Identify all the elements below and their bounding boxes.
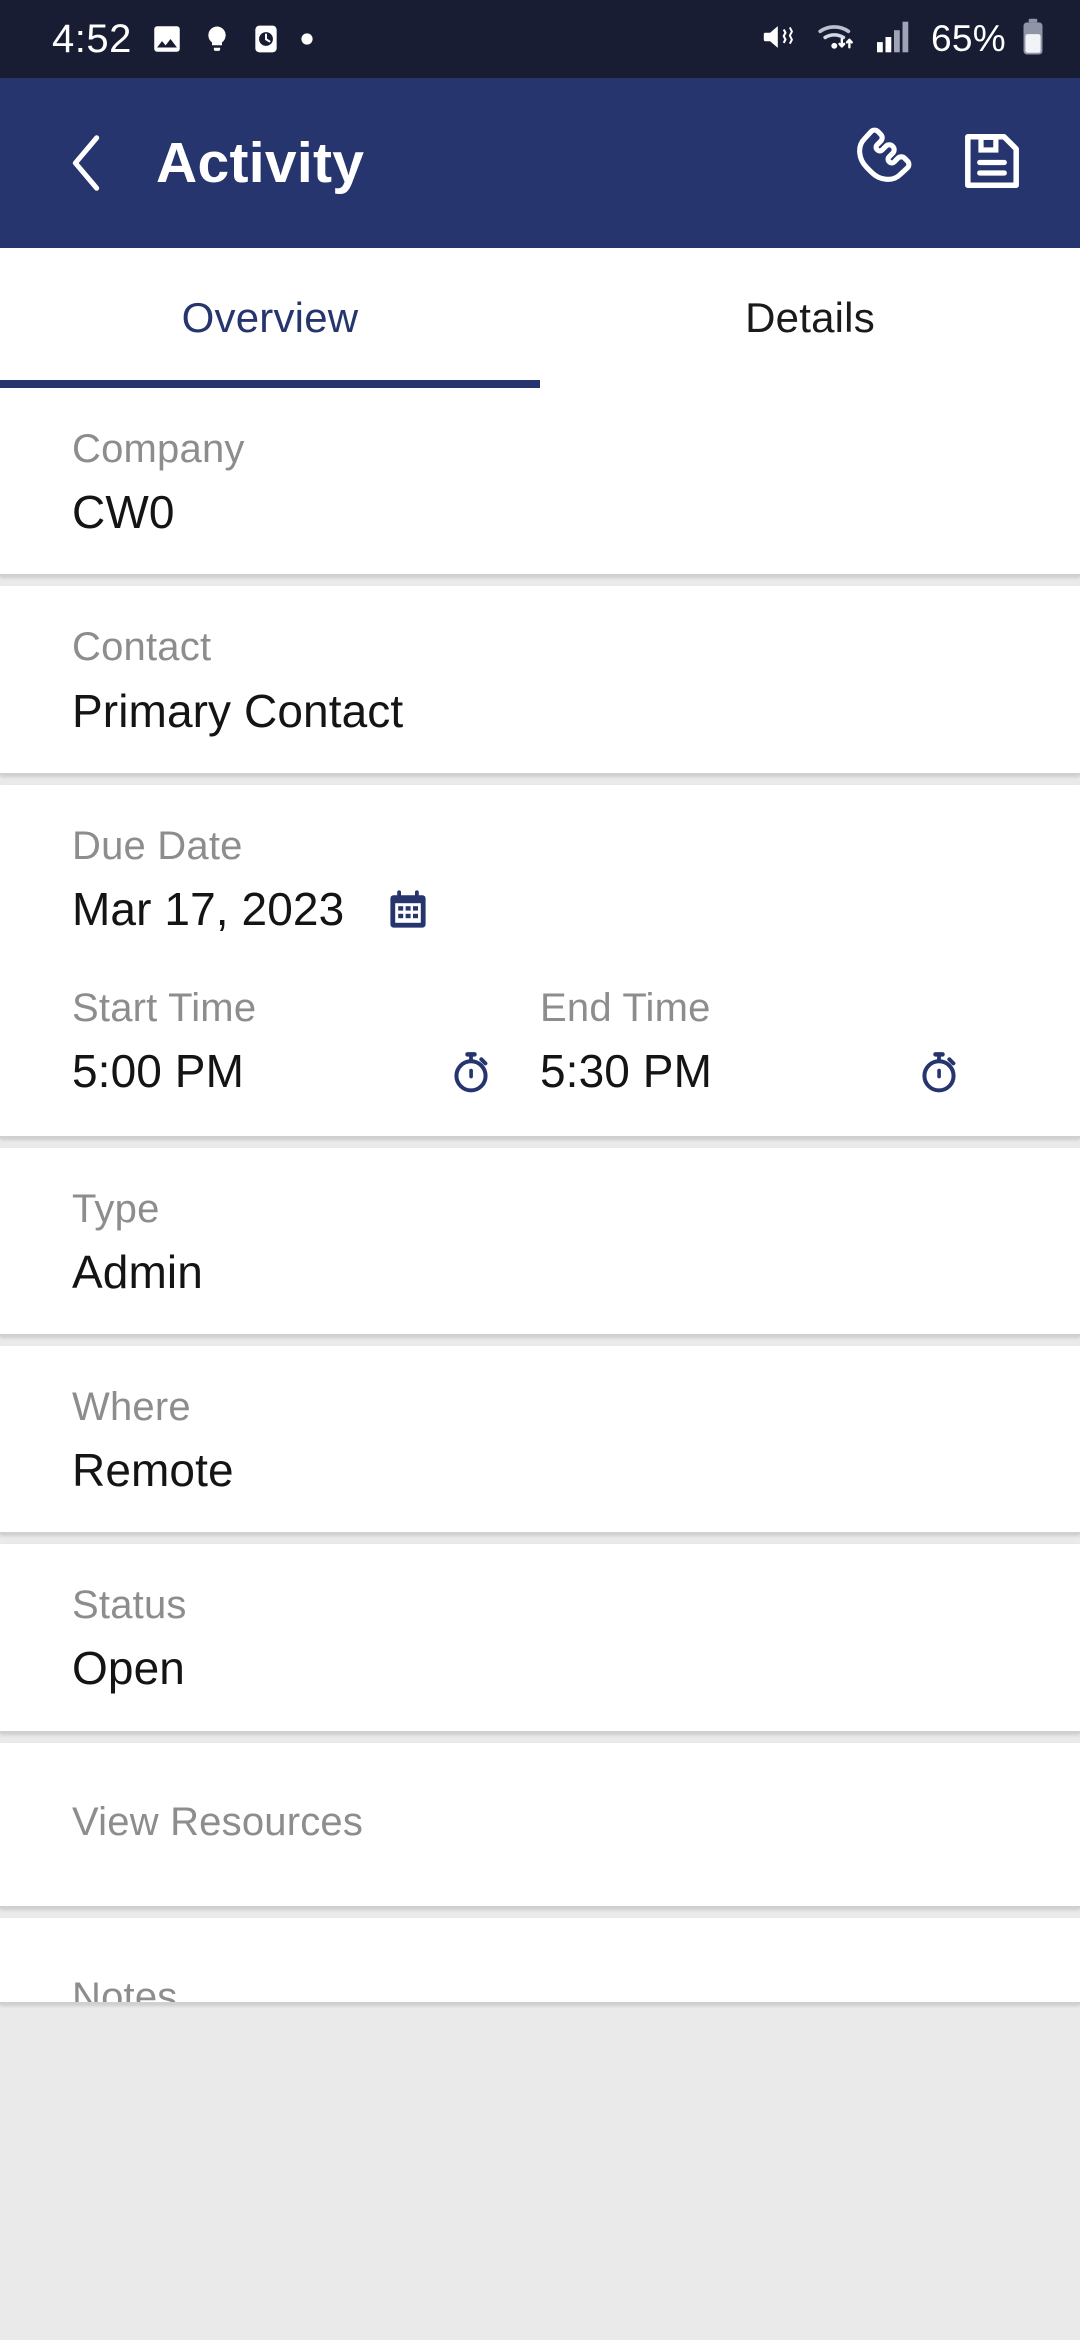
field-value: 5:00 PM: [72, 1045, 245, 1098]
field-type: Type Admin: [72, 1148, 1008, 1334]
field-card-type[interactable]: Type Admin: [0, 1147, 1080, 1336]
field-card-where[interactable]: Where Remote: [0, 1345, 1080, 1535]
field-card-contact[interactable]: Contact Primary Contact: [0, 586, 1080, 775]
activity-overview-content: Company CW0 Contact Primary Contact Due …: [0, 388, 1080, 2340]
field-value: Admin: [72, 1245, 203, 1298]
field-row-times: Start Time 5:00 PM End Time 5:30 PM: [72, 937, 1008, 1135]
field-card-status[interactable]: Status Open: [0, 1544, 1080, 1733]
image-icon: [150, 22, 184, 56]
status-bar-clock: 4:52: [52, 17, 132, 61]
field-value-row: Mar 17, 2023: [72, 882, 1008, 937]
field-company: Company CW0: [72, 388, 1008, 574]
bulb-icon: [202, 22, 232, 56]
field-label: Where: [72, 1384, 191, 1429]
field-end-time[interactable]: End Time 5:30 PM: [540, 985, 1008, 1099]
status-bar: 4:52 65%: [0, 0, 1080, 78]
status-bar-left: 4:52: [52, 19, 314, 59]
status-bar-right: 65%: [761, 18, 1046, 61]
field-due-date[interactable]: Due Date Mar 17, 2023: [72, 785, 1008, 937]
field-value-row: 5:00 PM: [72, 1044, 540, 1099]
field-label: Due Date: [72, 823, 243, 868]
wifi-icon: [817, 18, 861, 61]
battery-icon: [1020, 18, 1046, 61]
field-label: Contact: [72, 625, 212, 670]
tab-overview[interactable]: Overview: [0, 248, 540, 388]
battery-percent-label: 65%: [931, 18, 1006, 59]
view-resources-label: View Resources: [72, 1799, 364, 1844]
save-button[interactable]: [944, 115, 1040, 211]
save-floppy-icon: [959, 128, 1025, 199]
field-start-time[interactable]: Start Time 5:00 PM: [72, 985, 540, 1099]
field-label: Start Time: [72, 986, 257, 1031]
stopwatch-icon[interactable]: [916, 1049, 962, 1095]
field-value: CW0: [72, 486, 175, 539]
dot-icon: [300, 32, 314, 46]
field-card-company[interactable]: Company CW0: [0, 388, 1080, 577]
field-card-notes[interactable]: Notes: [0, 1917, 1080, 2004]
field-status: Status Open: [72, 1544, 1008, 1730]
mute-vibrate-icon: [761, 18, 803, 61]
notes-label: Notes: [72, 1974, 178, 2004]
field-value: 5:30 PM: [540, 1045, 713, 1098]
tab-details-label: Details: [745, 294, 875, 341]
field-label: Status: [72, 1583, 187, 1628]
field-value: Open: [72, 1642, 185, 1695]
stopwatch-icon[interactable]: [448, 1049, 494, 1095]
field-value-row: 5:30 PM: [540, 1044, 1008, 1099]
cellular-signal-icon: [875, 20, 913, 59]
page-title: Activity: [156, 131, 365, 195]
tab-details[interactable]: Details: [540, 248, 1080, 388]
field-value: Remote: [72, 1444, 234, 1497]
field-label: Company: [72, 427, 245, 471]
field-label: Type: [72, 1186, 160, 1231]
tab-active-indicator: [0, 380, 540, 388]
call-button[interactable]: [830, 115, 926, 211]
field-card-view-resources[interactable]: View Resources: [0, 1742, 1080, 1908]
field-value: Primary Contact: [72, 684, 404, 737]
clock-app-icon: [250, 22, 282, 56]
calendar-icon[interactable]: [384, 886, 432, 934]
phone-icon: [842, 125, 914, 202]
tab-bar: Overview Details: [0, 248, 1080, 388]
back-button[interactable]: [50, 126, 124, 200]
field-card-datetime[interactable]: Due Date Mar 17, 2023 Start Time 5:00 PM…: [0, 784, 1080, 1138]
field-value: Mar 17, 2023: [72, 882, 345, 935]
field-label: End Time: [540, 986, 711, 1031]
field-contact: Contact Primary Contact: [72, 586, 1008, 772]
app-bar: Activity: [0, 78, 1080, 248]
field-where: Where Remote: [72, 1346, 1008, 1532]
tab-overview-label: Overview: [181, 294, 359, 341]
